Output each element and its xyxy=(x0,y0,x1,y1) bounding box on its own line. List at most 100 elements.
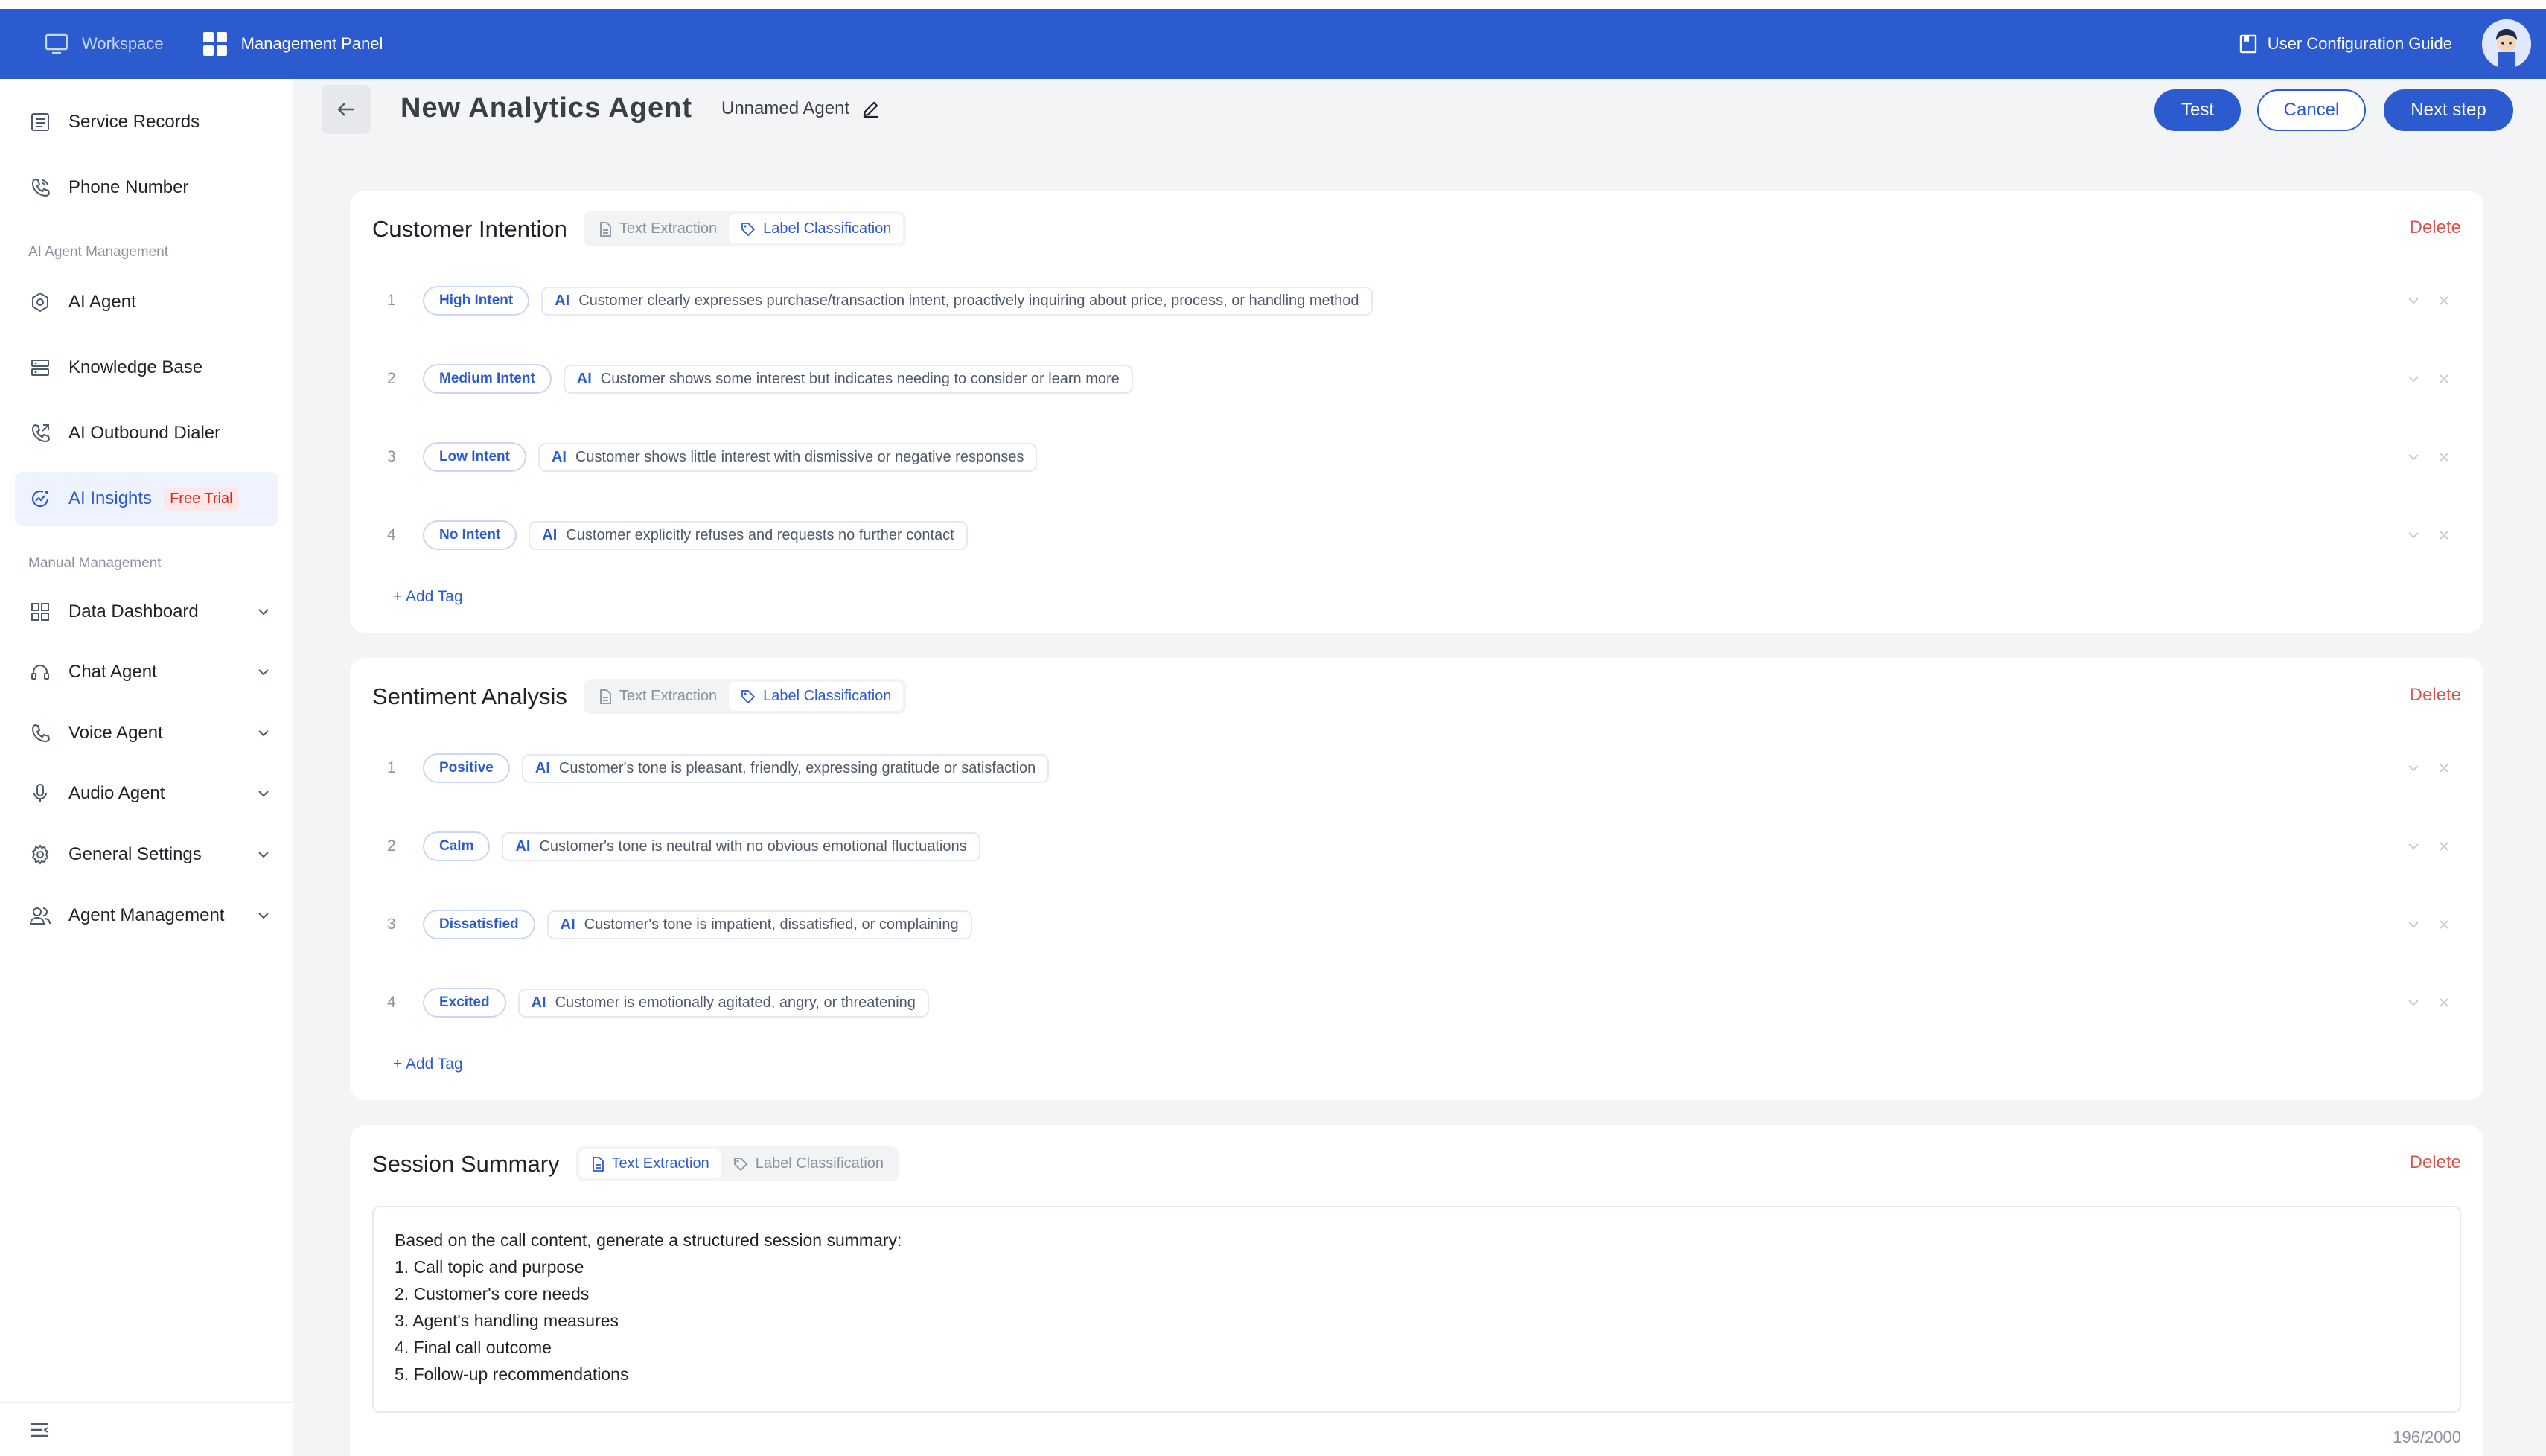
close-icon[interactable] xyxy=(2439,763,2449,773)
tag-description[interactable]: AI Customer's tone is pleasant, friendly,… xyxy=(521,753,1050,783)
document-icon xyxy=(599,689,612,704)
dashboard-grid-icon xyxy=(28,600,52,624)
tag-chip[interactable]: Excited xyxy=(423,988,506,1018)
delete-link[interactable]: Delete xyxy=(2410,217,2461,238)
monitor-icon xyxy=(45,33,68,54)
tag-chip[interactable]: Medium Intent xyxy=(423,364,552,394)
sidebar-item-phone-number[interactable]: Phone Number xyxy=(15,161,278,214)
tag-chip[interactable]: High Intent xyxy=(423,286,530,316)
agent-name: Unnamed Agent xyxy=(721,98,881,119)
ai-badge: AI xyxy=(542,526,558,543)
sidebar-item-label: General Settings xyxy=(68,844,202,864)
tag-description[interactable]: AI Customer's tone is neutral with no obv… xyxy=(502,831,980,861)
sidebar-item-label: Chat Agent xyxy=(68,662,157,682)
sidebar-item-label: Phone Number xyxy=(68,177,189,197)
chevron-down-icon xyxy=(258,608,269,616)
close-icon[interactable] xyxy=(2439,296,2449,306)
sidebar-item-label: Service Records xyxy=(68,112,200,132)
top-navigation-bar: Workspace Management Panel User Configur… xyxy=(0,9,2546,79)
add-tag-button[interactable]: + Add Tag xyxy=(393,1056,463,1073)
sidebar-item-label: Data Dashboard xyxy=(68,601,199,622)
tag-description[interactable]: AI Customer shows little interest with di… xyxy=(537,442,1038,472)
tag-row: 2 Medium Intent AI Customer shows some in… xyxy=(387,363,2449,395)
tag-description[interactable]: AI Customer clearly expresses purchase/tr… xyxy=(541,286,1373,316)
sidebar-item-ai-insights[interactable]: AI Insights Free Trial xyxy=(15,472,278,526)
close-icon[interactable] xyxy=(2439,530,2449,540)
phone-wave-icon xyxy=(28,721,52,745)
collapse-menu-icon[interactable] xyxy=(30,1422,49,1438)
tag-chip[interactable]: Calm xyxy=(423,831,491,861)
row-actions xyxy=(2408,296,2449,306)
sidebar-item-knowledge-base[interactable]: Knowledge Base xyxy=(15,341,278,395)
chevron-down-icon[interactable] xyxy=(2408,375,2419,383)
tag-row: 1 Positive AI Customer's tone is pleasant… xyxy=(387,752,2449,785)
tab-text-extraction[interactable]: Text Extraction xyxy=(587,214,729,243)
card-header: Sentiment Analysis Text Extraction Label… xyxy=(372,679,907,714)
close-icon[interactable] xyxy=(2439,452,2449,462)
arrow-left-icon xyxy=(336,101,356,118)
sentiment-analysis-card: Sentiment Analysis Text Extraction Label… xyxy=(350,658,2483,1100)
document-icon xyxy=(591,1156,604,1172)
card-header: Session Summary Text Extraction Label Cl… xyxy=(372,1146,899,1181)
tag-description[interactable]: AI Customer is emotionally agitated, angr… xyxy=(517,988,929,1018)
delete-link[interactable]: Delete xyxy=(2410,1152,2461,1173)
close-icon[interactable] xyxy=(2439,374,2449,384)
chevron-down-icon xyxy=(258,912,269,919)
tab-label-classification[interactable]: Label Classification xyxy=(721,1149,896,1178)
tag-description[interactable]: AI Customer explicitly refuses and reques… xyxy=(529,520,968,550)
chevron-down-icon[interactable] xyxy=(2408,453,2419,461)
sidebar-item-chat-agent[interactable]: Chat Agent xyxy=(15,645,278,699)
section-label-ai-agent-management: AI Agent Management xyxy=(28,244,169,260)
chevron-down-icon[interactable] xyxy=(2408,843,2419,850)
sidebar-item-label: Agent Management xyxy=(68,905,225,925)
sidebar-item-voice-agent[interactable]: Voice Agent xyxy=(15,706,278,760)
grid-icon xyxy=(202,31,228,57)
ai-badge: AI xyxy=(555,292,570,309)
test-button[interactable]: Test xyxy=(2154,89,2241,131)
tag-description[interactable]: AI Customer's tone is impatient, dissatis… xyxy=(546,910,972,939)
add-tag-button[interactable]: + Add Tag xyxy=(393,588,463,606)
user-configuration-guide-link[interactable]: User Configuration Guide xyxy=(2239,34,2452,54)
chevron-down-icon[interactable] xyxy=(2408,297,2419,304)
close-icon[interactable] xyxy=(2439,841,2449,852)
prompt-line: Based on the call content, generate a st… xyxy=(395,1230,902,1250)
description-text: Customer's tone is pleasant, friendly, e… xyxy=(558,759,1036,776)
nav-workspace[interactable]: Workspace xyxy=(45,33,164,54)
user-avatar[interactable] xyxy=(2482,19,2531,68)
delete-link[interactable]: Delete xyxy=(2410,685,2461,706)
tag-chip[interactable]: Low Intent xyxy=(423,442,526,472)
tab-label-classification[interactable]: Label Classification xyxy=(729,682,904,711)
back-button[interactable] xyxy=(322,85,371,134)
chevron-down-icon[interactable] xyxy=(2408,531,2419,539)
insights-icon xyxy=(28,487,52,511)
cancel-button[interactable]: Cancel xyxy=(2257,89,2366,131)
tag-chip[interactable]: No Intent xyxy=(423,520,517,550)
sidebar-item-service-records[interactable]: Service Records xyxy=(15,95,278,149)
chevron-down-icon[interactable] xyxy=(2408,764,2419,772)
tab-text-extraction[interactable]: Text Extraction xyxy=(578,1149,721,1178)
nav-management-panel[interactable]: Management Panel xyxy=(202,31,383,57)
sidebar-item-audio-agent[interactable]: Audio Agent xyxy=(15,767,278,820)
next-step-button[interactable]: Next step xyxy=(2384,89,2513,131)
tab-label-classification[interactable]: Label Classification xyxy=(729,214,904,243)
summary-prompt-textarea[interactable]: Based on the call content, generate a st… xyxy=(372,1206,2461,1413)
tag-description[interactable]: AI Customer shows some interest but indic… xyxy=(563,364,1133,394)
sidebar-item-agent-management[interactable]: Agent Management xyxy=(15,889,278,942)
close-icon[interactable] xyxy=(2439,997,2449,1008)
row-number: 4 xyxy=(387,994,396,1011)
sidebar-item-ai-outbound-dialer[interactable]: AI Outbound Dialer xyxy=(15,406,278,460)
sidebar-item-ai-agent[interactable]: AI Agent xyxy=(15,275,278,329)
sidebar-item-general-settings[interactable]: General Settings xyxy=(15,828,278,881)
ai-badge: AI xyxy=(515,837,531,855)
tag-chip[interactable]: Positive xyxy=(423,753,510,783)
page-header: New Analytics Agent Unnamed Agent Test C… xyxy=(293,79,2546,161)
card-title: Customer Intention xyxy=(372,215,567,242)
chevron-down-icon[interactable] xyxy=(2408,999,2419,1006)
close-icon[interactable] xyxy=(2439,919,2449,930)
tag-chip[interactable]: Dissatisfied xyxy=(423,910,535,939)
edit-pencil-icon[interactable] xyxy=(861,99,881,118)
tab-text-extraction[interactable]: Text Extraction xyxy=(587,682,729,711)
chevron-down-icon[interactable] xyxy=(2408,921,2419,928)
free-trial-badge: Free Trial xyxy=(164,487,239,511)
sidebar-item-data-dashboard[interactable]: Data Dashboard xyxy=(15,585,278,639)
